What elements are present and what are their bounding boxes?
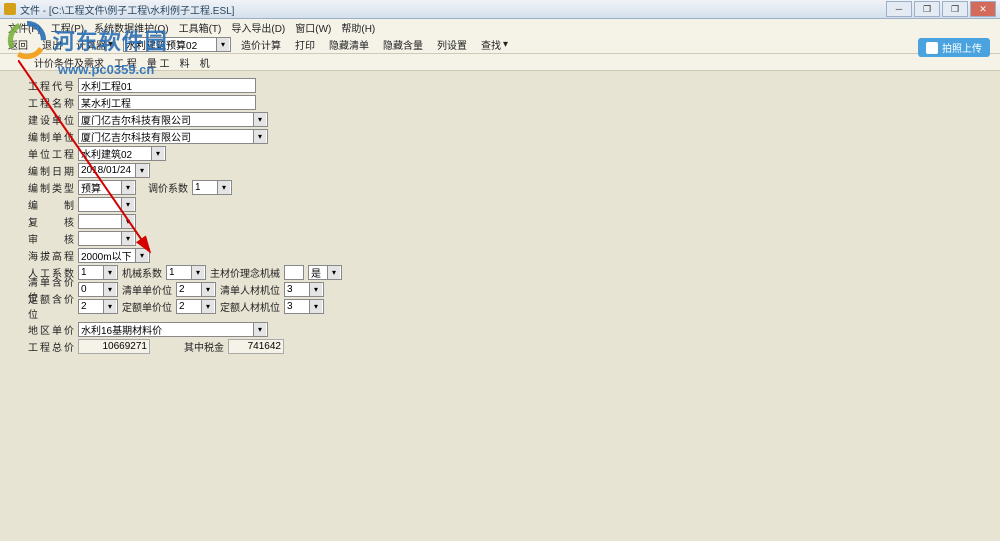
find-button[interactable]: 查找 ▾ bbox=[477, 36, 512, 53]
der-label: 定额人材机位 bbox=[220, 299, 280, 314]
shen-label: 审 核 bbox=[28, 231, 74, 246]
tax-label: 其中税金 bbox=[184, 339, 224, 354]
colset-button[interactable]: 列设置 bbox=[433, 36, 471, 53]
window-title: 文件 - [C:\工程文件\例子工程\水利例子工程.ESL] bbox=[20, 2, 886, 17]
camera-upload-label: 拍照上传 bbox=[942, 40, 982, 55]
alt-select[interactable]: 2000m以下 bbox=[78, 248, 150, 263]
type-select[interactable]: 预算 bbox=[78, 180, 136, 195]
menu-project[interactable]: 工程(P) bbox=[47, 19, 88, 36]
preset-select[interactable]: 水利建筑预算02 bbox=[123, 37, 231, 52]
deh-select[interactable]: 2 bbox=[78, 299, 118, 314]
tab-material[interactable]: 料 bbox=[180, 55, 190, 70]
coef-label: 调价系数 bbox=[148, 180, 188, 195]
qdr-label: 清单人材机位 bbox=[220, 282, 280, 297]
minimize-button[interactable]: ─ bbox=[886, 1, 912, 17]
back-button[interactable]: 返回 bbox=[4, 36, 32, 53]
name-label: 工程名称 bbox=[28, 95, 74, 110]
title-bar: 文件 - [C:\工程文件\例子工程\水利例子工程.ESL] ─ ❐ ❐ ✕ bbox=[0, 0, 1000, 19]
shen-select[interactable] bbox=[78, 231, 136, 246]
jx-select[interactable]: 1 bbox=[166, 265, 206, 280]
menu-tools[interactable]: 工具箱(T) bbox=[175, 19, 226, 36]
menu-sysdata[interactable]: 系统数据维护(Q) bbox=[90, 19, 172, 36]
tax-output bbox=[228, 339, 284, 354]
code-label: 工程代号 bbox=[28, 78, 74, 93]
unit-label: 单位工程 bbox=[28, 146, 74, 161]
tab-machine[interactable]: 机 bbox=[200, 55, 210, 70]
deh-label: 定额含价位 bbox=[28, 291, 74, 321]
qdd-select[interactable]: 2 bbox=[176, 282, 216, 297]
app-icon bbox=[4, 3, 16, 15]
der-select[interactable]: 3 bbox=[284, 299, 324, 314]
ded-select[interactable]: 2 bbox=[176, 299, 216, 314]
coef-select[interactable]: 1 bbox=[192, 180, 232, 195]
menu-help[interactable]: 帮助(H) bbox=[337, 19, 379, 36]
zc-select[interactable]: 是 bbox=[308, 265, 342, 280]
qdh-select[interactable]: 0 bbox=[78, 282, 118, 297]
name-input[interactable] bbox=[78, 95, 256, 110]
hidecontent-button[interactable]: 隐藏含量 bbox=[379, 36, 427, 53]
dq-select[interactable]: 水利16基期材料价 bbox=[78, 322, 268, 337]
zc-input[interactable] bbox=[284, 265, 304, 280]
qdr-select[interactable]: 3 bbox=[284, 282, 324, 297]
restore2-button[interactable]: ❐ bbox=[942, 1, 968, 17]
build-label: 建设单位 bbox=[28, 112, 74, 127]
camera-icon bbox=[926, 42, 938, 54]
costcalc-button[interactable]: 造价计算 bbox=[237, 36, 285, 53]
toolbar-secondary: 计价条件及需求 工 程 量 工 料 机 bbox=[0, 54, 1000, 71]
menu-window[interactable]: 窗口(W) bbox=[291, 19, 335, 36]
toolbar-primary: 返回 退出 计算器 ▾ 水利建筑预算02 造价计算 打印 隐藏清单 隐藏含量 列… bbox=[0, 35, 1000, 54]
close-button[interactable]: ✕ bbox=[970, 1, 996, 17]
calc-button[interactable]: 计算器 ▾ bbox=[72, 36, 117, 53]
qdd-label: 清单单价位 bbox=[122, 282, 172, 297]
ded-label: 定额单价位 bbox=[122, 299, 172, 314]
tab-project[interactable]: 工 程 bbox=[114, 55, 137, 70]
compile-label: 编制单位 bbox=[28, 129, 74, 144]
menu-impexp[interactable]: 导入导出(D) bbox=[227, 19, 289, 36]
form-panel: 工程代号 工程名称 建设单位厦门亿吉尔科技有限公司 编制单位厦门亿吉尔科技有限公… bbox=[0, 71, 1000, 361]
alt-label: 海拔高程 bbox=[28, 248, 74, 263]
unit-select[interactable]: 水利建筑02 bbox=[78, 146, 166, 161]
total-label: 工程总价 bbox=[28, 339, 74, 354]
print-button[interactable]: 打印 bbox=[291, 36, 319, 53]
zc-label: 主材价理念机械 bbox=[210, 265, 280, 280]
dq-label: 地区单价 bbox=[28, 322, 74, 337]
tab-quantity[interactable]: 量 工 bbox=[147, 55, 170, 70]
type-label: 编制类型 bbox=[28, 180, 74, 195]
compile-select[interactable]: 厦门亿吉尔科技有限公司 bbox=[78, 129, 268, 144]
jx-label: 机械系数 bbox=[122, 265, 162, 280]
tab-conditions[interactable]: 计价条件及需求 bbox=[34, 55, 104, 70]
fu-select[interactable] bbox=[78, 214, 136, 229]
window-controls: ─ ❐ ❐ ✕ bbox=[886, 1, 996, 17]
bian-select[interactable] bbox=[78, 197, 136, 212]
bian-label: 编 制 bbox=[28, 197, 74, 212]
date-select[interactable]: 2018/01/24 bbox=[78, 163, 150, 178]
fu-label: 复 核 bbox=[28, 214, 74, 229]
exit-button[interactable]: 退出 bbox=[38, 36, 66, 53]
hidelist-button[interactable]: 隐藏清单 bbox=[325, 36, 373, 53]
rg-select[interactable]: 1 bbox=[78, 265, 118, 280]
restore-button[interactable]: ❐ bbox=[914, 1, 940, 17]
code-input[interactable] bbox=[78, 78, 256, 93]
menu-bar: 文件(F) 工程(P) 系统数据维护(Q) 工具箱(T) 导入导出(D) 窗口(… bbox=[0, 19, 1000, 35]
total-output bbox=[78, 339, 150, 354]
menu-file[interactable]: 文件(F) bbox=[4, 19, 45, 36]
date-label: 编制日期 bbox=[28, 163, 74, 178]
camera-upload-button[interactable]: 拍照上传 bbox=[918, 38, 990, 57]
build-select[interactable]: 厦门亿吉尔科技有限公司 bbox=[78, 112, 268, 127]
